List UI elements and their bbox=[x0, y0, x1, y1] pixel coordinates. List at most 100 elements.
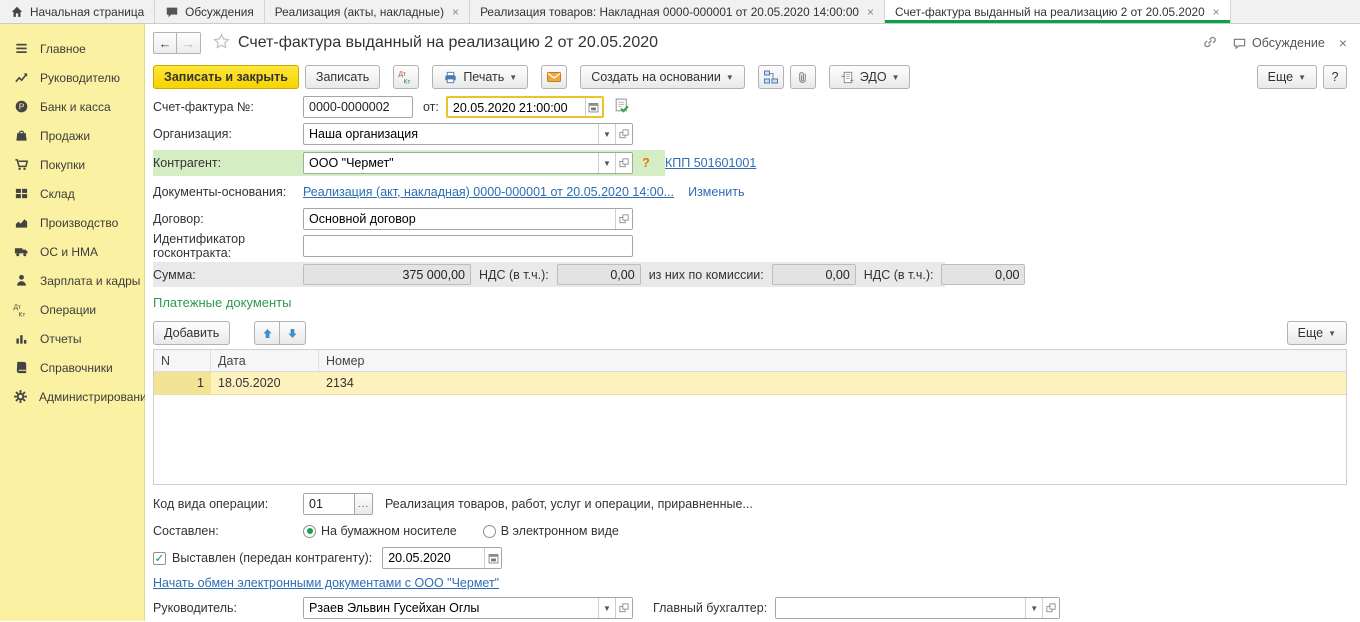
base-documents-label: Документы-основания: bbox=[153, 185, 303, 199]
sidebar-item-main[interactable]: Главное bbox=[0, 34, 144, 63]
favorite-star-icon[interactable] bbox=[213, 33, 230, 53]
sidebar-item-sales[interactable]: Продажи bbox=[0, 121, 144, 150]
counterparty-help-icon[interactable]: ? bbox=[639, 156, 653, 170]
accountant-field: ▼ bbox=[775, 597, 1060, 619]
radio-paper[interactable]: На бумажном носителе bbox=[303, 524, 457, 538]
sidebar-item-label: Покупки bbox=[40, 158, 85, 172]
sidebar-item-purchases[interactable]: Покупки bbox=[0, 150, 144, 179]
accountant-input[interactable] bbox=[776, 598, 1025, 618]
tab-discussions[interactable]: Обсуждения bbox=[155, 0, 265, 23]
sidebar-item-label: Зарплата и кадры bbox=[40, 274, 140, 288]
tab-home-page[interactable]: Начальная страница bbox=[0, 0, 155, 23]
tab-label: Обсуждения bbox=[185, 5, 254, 19]
more-button[interactable]: Еще ▼ bbox=[1257, 65, 1317, 89]
sidebar-item-warehouse[interactable]: Склад bbox=[0, 179, 144, 208]
person-icon bbox=[13, 273, 29, 289]
tab-realization-doc[interactable]: Реализация товаров: Накладная 0000-00000… bbox=[470, 0, 885, 23]
sidebar-item-salary-hr[interactable]: Зарплата и кадры bbox=[0, 266, 144, 295]
manager-input[interactable] bbox=[304, 598, 598, 618]
operation-code-input[interactable] bbox=[303, 493, 355, 515]
table-row[interactable]: 1 18.05.2020 2134 bbox=[154, 372, 1346, 395]
sidebar-item-reports[interactable]: Отчеты bbox=[0, 324, 144, 353]
commission-input bbox=[772, 264, 856, 285]
save-and-close-button[interactable]: Записать и закрыть bbox=[153, 65, 299, 89]
organization-input[interactable] bbox=[304, 124, 598, 144]
sidebar-item-label: ОС и НМА bbox=[40, 245, 98, 259]
issued-checkbox[interactable]: ✓ bbox=[153, 552, 166, 565]
dt-kt-postings-button[interactable]: ДтКт bbox=[393, 65, 419, 89]
attachments-button[interactable] bbox=[790, 65, 816, 89]
cell-number[interactable]: 2134 bbox=[319, 372, 1346, 394]
table-more-button[interactable]: Еще ▼ bbox=[1287, 321, 1347, 345]
sidebar-item-label: Склад bbox=[40, 187, 75, 201]
sidebar-item-administration[interactable]: Администрирование bbox=[0, 382, 144, 411]
vat2-label: НДС (в т.ч.): bbox=[864, 268, 934, 282]
column-header-n[interactable]: N bbox=[154, 350, 211, 371]
open-item-icon[interactable] bbox=[615, 209, 632, 229]
sidebar-item-manager[interactable]: Руководителю bbox=[0, 63, 144, 92]
tab-invoice-doc[interactable]: Счет-фактура выданный на реализацию 2 от… bbox=[885, 0, 1231, 23]
sidebar-item-fixed-assets[interactable]: ОС и НМА bbox=[0, 237, 144, 266]
chevron-down-icon[interactable]: ▼ bbox=[598, 153, 615, 173]
ruble-coin-icon: Р bbox=[13, 99, 29, 115]
sidebar-item-production[interactable]: Производство bbox=[0, 208, 144, 237]
open-item-icon[interactable] bbox=[615, 124, 632, 144]
issued-date-field bbox=[382, 547, 502, 569]
edo-button[interactable]: ЭДО ▼ bbox=[829, 65, 911, 89]
sidebar-item-label: Справочники bbox=[40, 361, 113, 375]
move-down-button[interactable] bbox=[280, 321, 306, 345]
column-header-date[interactable]: Дата bbox=[211, 350, 319, 371]
create-based-on-button[interactable]: Создать на основании ▼ bbox=[580, 65, 745, 89]
chevron-down-icon[interactable]: ▼ bbox=[598, 598, 615, 618]
invoice-number-input[interactable] bbox=[303, 96, 413, 118]
change-base-documents-link[interactable]: Изменить bbox=[688, 185, 744, 199]
open-item-icon[interactable] bbox=[615, 598, 632, 618]
sidebar-item-bank-cash[interactable]: Р Банк и касса bbox=[0, 92, 144, 121]
print-label: Печать bbox=[463, 70, 504, 84]
sidebar-item-directories[interactable]: Справочники bbox=[0, 353, 144, 382]
tab-close-icon[interactable]: × bbox=[867, 5, 874, 19]
tab-realization-list[interactable]: Реализация (акты, накладные) × bbox=[265, 0, 470, 23]
page-title: Счет-фактура выданный на реализацию 2 от… bbox=[238, 34, 658, 52]
sidebar-item-operations[interactable]: ДтКт Операции bbox=[0, 295, 144, 324]
add-row-button[interactable]: Добавить bbox=[153, 321, 230, 345]
forward-button[interactable]: → bbox=[177, 32, 201, 54]
discussion-button[interactable]: Обсуждение bbox=[1232, 36, 1325, 51]
open-item-icon[interactable] bbox=[615, 153, 632, 173]
move-up-button[interactable] bbox=[254, 321, 280, 345]
counterparty-input[interactable] bbox=[304, 153, 598, 173]
tab-bar: Начальная страница Обсуждения Реализация… bbox=[0, 0, 1360, 24]
calendar-icon[interactable] bbox=[484, 548, 501, 568]
radio-electronic[interactable]: В электронном виде bbox=[483, 524, 619, 538]
tab-close-icon[interactable]: × bbox=[1213, 5, 1220, 19]
save-button[interactable]: Записать bbox=[305, 65, 380, 89]
contract-input[interactable] bbox=[304, 209, 615, 229]
invoice-date-input[interactable] bbox=[448, 98, 585, 118]
contract-row: Договор: bbox=[153, 208, 1347, 230]
operation-code-select-button[interactable]: ... bbox=[355, 493, 373, 515]
sidebar-item-label: Операции bbox=[40, 303, 96, 317]
get-link-icon[interactable] bbox=[1202, 34, 1218, 53]
column-header-number[interactable]: Номер bbox=[319, 350, 1346, 371]
cell-date[interactable]: 18.05.2020 bbox=[211, 372, 319, 394]
related-documents-button[interactable] bbox=[758, 65, 784, 89]
send-email-button[interactable] bbox=[541, 65, 567, 89]
help-button[interactable]: ? bbox=[1323, 65, 1347, 89]
print-button[interactable]: Печать ▼ bbox=[432, 65, 528, 89]
cell-n[interactable]: 1 bbox=[154, 372, 211, 394]
start-edo-link[interactable]: Начать обмен электронными документами с … bbox=[153, 576, 499, 590]
close-form-icon[interactable]: × bbox=[1339, 35, 1347, 51]
back-button[interactable]: ← bbox=[153, 32, 177, 54]
gov-contract-input[interactable] bbox=[303, 235, 633, 257]
issued-date-input[interactable] bbox=[383, 548, 484, 568]
kpp-link[interactable]: КПП 501601001 bbox=[665, 156, 756, 170]
chevron-down-icon[interactable]: ▼ bbox=[1025, 598, 1042, 618]
open-item-icon[interactable] bbox=[1042, 598, 1059, 618]
chevron-down-icon[interactable]: ▼ bbox=[598, 124, 615, 144]
menu-lines-icon bbox=[13, 41, 29, 57]
tab-close-icon[interactable]: × bbox=[452, 5, 459, 19]
manager-label: Руководитель: bbox=[153, 601, 303, 615]
base-document-link[interactable]: Реализация (акт, накладная) 0000-000001 … bbox=[303, 185, 674, 199]
document-check-icon[interactable] bbox=[613, 97, 630, 117]
calendar-icon[interactable] bbox=[585, 98, 602, 116]
